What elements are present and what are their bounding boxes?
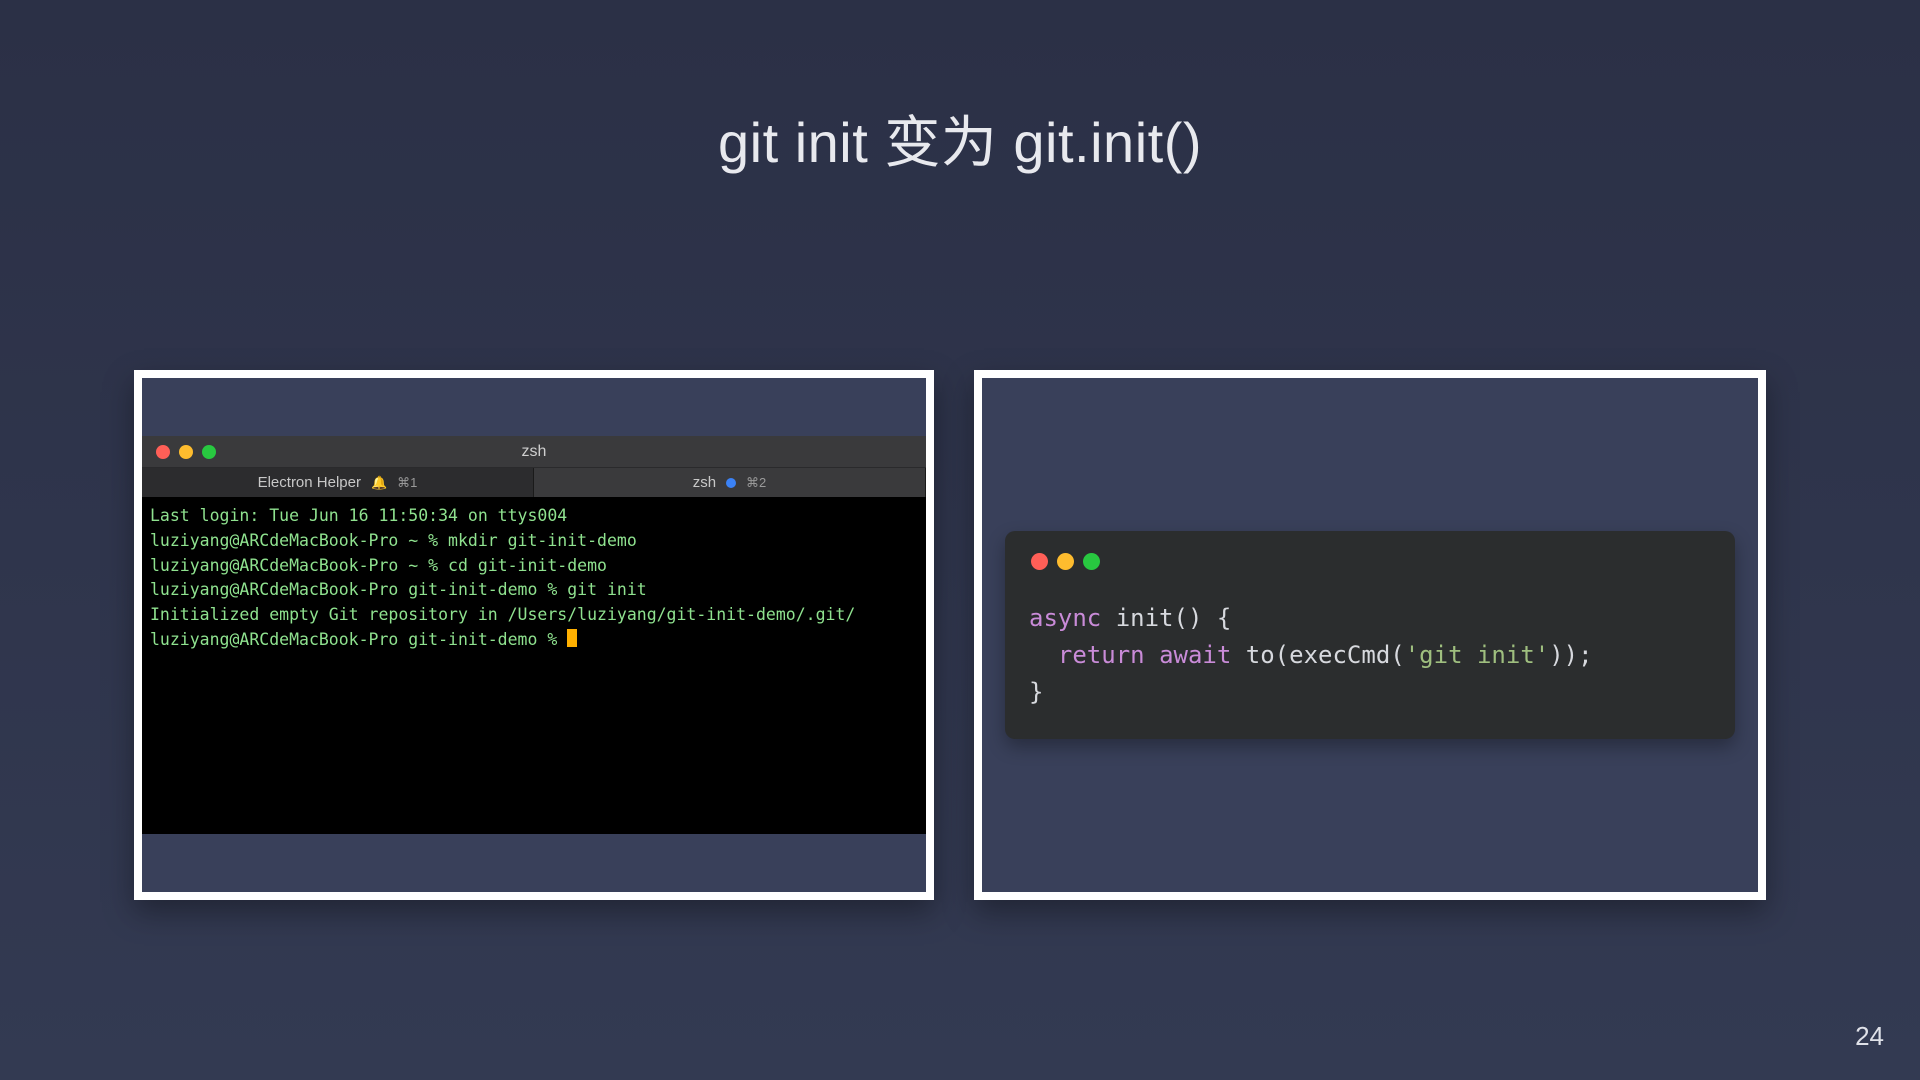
terminal-title: zsh	[142, 443, 926, 461]
maximize-icon	[1083, 553, 1100, 570]
call-execCmd: execCmd	[1289, 641, 1390, 669]
terminal-line: luziyang@ARCdeMacBook-Pro git-init-demo …	[150, 630, 567, 649]
terminal-cursor	[567, 629, 577, 647]
maximize-icon[interactable]	[202, 445, 216, 459]
tab-shortcut: ⌘1	[397, 475, 417, 491]
indent	[1029, 641, 1058, 669]
punct: (	[1390, 641, 1404, 669]
minimize-icon	[1057, 553, 1074, 570]
space	[1145, 641, 1159, 669]
keyword-async: async	[1029, 604, 1101, 632]
tab-label: Electron Helper	[258, 474, 361, 491]
terminal-tab-electron-helper[interactable]: Electron Helper 🔔 ⌘1	[142, 468, 534, 497]
terminal-tab-bar: Electron Helper 🔔 ⌘1 zsh ⌘2	[142, 468, 926, 498]
keyword-await: await	[1159, 641, 1231, 669]
terminal-line: Last login: Tue Jun 16 11:50:34 on ttys0…	[150, 506, 567, 525]
punct: (	[1275, 641, 1289, 669]
terminal-line: luziyang@ARCdeMacBook-Pro ~ % mkdir git-…	[150, 531, 637, 550]
function-name: init	[1101, 604, 1173, 632]
call-to: to	[1246, 641, 1275, 669]
window-traffic-lights	[156, 445, 216, 459]
terminal-line: luziyang@ARCdeMacBook-Pro git-init-demo …	[150, 580, 647, 599]
terminal-panel: zsh Electron Helper 🔔 ⌘1 zsh ⌘2 Last log…	[134, 370, 934, 900]
code-block: async init() { return await to(execCmd('…	[1029, 600, 1711, 712]
terminal-line: Initialized empty Git repository in /Use…	[150, 605, 855, 624]
terminal-titlebar: zsh	[142, 436, 926, 468]
close-icon[interactable]	[156, 445, 170, 459]
code-card: async init() { return await to(execCmd('…	[1005, 531, 1735, 740]
terminal-window: zsh Electron Helper 🔔 ⌘1 zsh ⌘2 Last log…	[142, 436, 926, 834]
code-traffic-lights	[1031, 553, 1711, 570]
tab-shortcut: ⌘2	[746, 475, 766, 491]
code-panel: async init() { return await to(execCmd('…	[974, 370, 1766, 900]
terminal-body[interactable]: Last login: Tue Jun 16 11:50:34 on ttys0…	[142, 498, 926, 834]
tab-label: zsh	[693, 474, 716, 491]
terminal-line: luziyang@ARCdeMacBook-Pro ~ % cd git-ini…	[150, 556, 607, 575]
brace-close: }	[1029, 678, 1043, 706]
string-literal: 'git init'	[1405, 641, 1550, 669]
activity-dot-icon	[726, 478, 736, 488]
page-number: 24	[1855, 1021, 1884, 1052]
punct: ));	[1549, 641, 1592, 669]
punct: () {	[1174, 604, 1232, 632]
terminal-tab-zsh[interactable]: zsh ⌘2	[534, 468, 926, 497]
keyword-return: return	[1058, 641, 1145, 669]
close-icon	[1031, 553, 1048, 570]
space	[1231, 641, 1245, 669]
minimize-icon[interactable]	[179, 445, 193, 459]
bell-icon: 🔔	[371, 475, 387, 491]
slide-title: git init 变为 git.init()	[0, 98, 1920, 179]
